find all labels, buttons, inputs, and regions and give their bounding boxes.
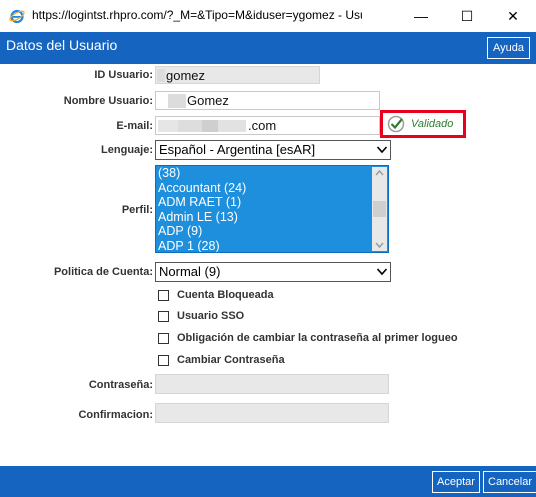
profile-scrollbar[interactable] bbox=[372, 167, 387, 251]
checkbox-label: Obligación de cambiar la contraseña al p… bbox=[177, 332, 458, 344]
check-circle-icon bbox=[387, 115, 405, 133]
minimize-button[interactable]: — bbox=[398, 0, 444, 32]
chevron-up-icon[interactable] bbox=[375, 169, 384, 177]
redacted-block bbox=[157, 69, 165, 82]
list-item[interactable]: (38) bbox=[158, 166, 370, 181]
password-field bbox=[155, 374, 389, 394]
footer-bar: Aceptar Cancelar bbox=[0, 466, 536, 497]
window-title: https://logintst.rhpro.com/?_M=&Tipo=M&i… bbox=[32, 8, 362, 22]
confirm-label: Confirmacion: bbox=[78, 409, 153, 421]
redacted-block bbox=[158, 120, 178, 132]
page-title: Datos del Usuario bbox=[6, 37, 118, 53]
policy-select[interactable]: Normal (9) bbox=[155, 262, 391, 282]
profile-listbox[interactable]: (38) Accountant (24) ADM RAET (1) Admin … bbox=[155, 165, 389, 253]
checkbox-label: Cuenta Bloqueada bbox=[177, 289, 274, 301]
chevron-down-icon[interactable] bbox=[375, 241, 384, 249]
language-label: Lenguaje: bbox=[101, 144, 153, 156]
id-label: ID Usuario: bbox=[94, 69, 153, 81]
list-item[interactable]: ADP 1 (28) bbox=[158, 239, 370, 253]
validation-status: Validado bbox=[380, 110, 466, 138]
internet-explorer-icon bbox=[9, 9, 25, 24]
force-password-change-option[interactable]: Obligación de cambiar la contraseña al p… bbox=[158, 331, 458, 345]
page-header: Datos del Usuario Ayuda bbox=[0, 32, 536, 64]
validated-text: Validado bbox=[411, 118, 454, 130]
sso-user-checkbox[interactable] bbox=[158, 310, 169, 322]
policy-value: Normal (9) bbox=[159, 264, 221, 279]
redacted-block bbox=[168, 94, 186, 108]
redacted-block bbox=[202, 120, 218, 132]
name-field[interactable]: Gomez bbox=[155, 91, 380, 110]
name-label: Nombre Usuario: bbox=[63, 95, 153, 107]
locked-account-option[interactable]: Cuenta Bloqueada bbox=[158, 288, 274, 302]
scrollbar-thumb[interactable] bbox=[373, 201, 386, 217]
list-item[interactable]: ADP (9) bbox=[158, 224, 370, 239]
locked-account-checkbox[interactable] bbox=[158, 289, 169, 301]
chevron-down-icon bbox=[376, 268, 388, 276]
help-button[interactable]: Ayuda bbox=[487, 37, 530, 59]
cancel-button[interactable]: Cancelar bbox=[483, 471, 536, 493]
close-button[interactable]: ✕ bbox=[490, 0, 536, 32]
redacted-block bbox=[218, 120, 246, 132]
id-field: gomez bbox=[155, 66, 320, 84]
chevron-down-icon bbox=[376, 146, 388, 154]
name-value: Gomez bbox=[187, 93, 229, 108]
language-value: Español - Argentina [esAR] bbox=[159, 142, 316, 157]
checkbox-label: Cambiar Contraseña bbox=[177, 354, 285, 366]
accept-button[interactable]: Aceptar bbox=[432, 471, 480, 493]
profile-label: Perfil: bbox=[121, 204, 153, 216]
force-password-change-checkbox[interactable] bbox=[158, 332, 169, 344]
change-password-option[interactable]: Cambiar Contraseña bbox=[158, 353, 285, 367]
change-password-checkbox[interactable] bbox=[158, 354, 169, 366]
list-item[interactable]: ADM RAET (1) bbox=[158, 195, 370, 210]
list-item[interactable]: Admin LE (13) bbox=[158, 210, 370, 225]
policy-label: Politica de Cuenta: bbox=[53, 266, 153, 278]
checkbox-label: Usuario SSO bbox=[177, 310, 245, 322]
list-item[interactable]: Accountant (24) bbox=[158, 181, 370, 196]
window-titlebar: https://logintst.rhpro.com/?_M=&Tipo=M&i… bbox=[0, 0, 536, 32]
email-value: .com bbox=[248, 118, 277, 133]
email-label: E-mail: bbox=[116, 120, 153, 132]
redacted-block bbox=[178, 120, 202, 132]
email-field[interactable]: .com bbox=[155, 116, 380, 135]
maximize-button[interactable]: ☐ bbox=[444, 0, 490, 32]
id-value: gomez bbox=[166, 68, 206, 83]
language-select[interactable]: Español - Argentina [esAR] bbox=[155, 140, 391, 160]
password-label: Contraseña: bbox=[88, 379, 153, 391]
confirm-password-field bbox=[155, 403, 389, 423]
sso-user-option[interactable]: Usuario SSO bbox=[158, 309, 244, 323]
